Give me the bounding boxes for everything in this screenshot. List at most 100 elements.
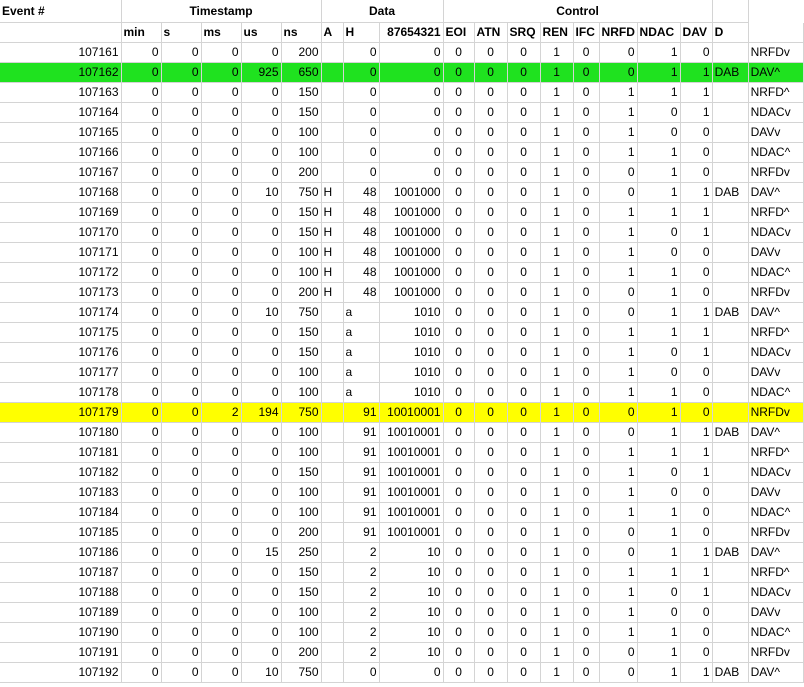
ifc-cell[interactable]: 0 xyxy=(573,222,600,243)
h-cell[interactable]: 2 xyxy=(343,602,380,623)
ren-cell[interactable]: 1 xyxy=(540,542,574,563)
atn-cell[interactable]: 0 xyxy=(474,262,508,283)
nrfd-cell[interactable]: 0 xyxy=(599,182,638,203)
eoi-cell[interactable]: 0 xyxy=(443,102,475,123)
ms-cell[interactable]: 0 xyxy=(201,382,242,403)
bits-cell[interactable]: 1010 xyxy=(379,362,444,383)
us-cell[interactable]: 0 xyxy=(241,82,282,103)
eoi-cell[interactable]: 0 xyxy=(443,82,475,103)
event-number-cell[interactable]: 107189 xyxy=(0,602,122,623)
eoi-cell[interactable]: 0 xyxy=(443,602,475,623)
atn-cell[interactable]: 0 xyxy=(474,542,508,563)
us-cell[interactable]: 0 xyxy=(241,322,282,343)
ren-cell[interactable]: 1 xyxy=(540,382,574,403)
h-cell[interactable]: 0 xyxy=(343,62,380,83)
ren-cell[interactable]: 1 xyxy=(540,522,574,543)
srq-cell[interactable]: 0 xyxy=(507,402,541,423)
atn-cell[interactable]: 0 xyxy=(474,562,508,583)
ndac-cell[interactable]: 1 xyxy=(637,322,681,343)
ifc-cell[interactable]: 0 xyxy=(573,282,600,303)
ns-cell[interactable]: 150 xyxy=(281,102,322,123)
srq-cell[interactable]: 0 xyxy=(507,242,541,263)
dav-cell[interactable]: 0 xyxy=(680,602,713,623)
ns-cell[interactable]: 100 xyxy=(281,362,322,383)
ms-cell[interactable]: 0 xyxy=(201,42,242,63)
dav-cell[interactable]: 1 xyxy=(680,322,713,343)
a-cell[interactable]: H xyxy=(321,182,344,203)
nrfd-cell[interactable]: 1 xyxy=(599,462,638,483)
desc-cell[interactable]: DAV^ xyxy=(748,302,804,323)
ms-cell[interactable]: 0 xyxy=(201,602,242,623)
srq-cell[interactable]: 0 xyxy=(507,602,541,623)
event-number-cell[interactable]: 107179 xyxy=(0,402,122,423)
ifc-cell[interactable]: 0 xyxy=(573,542,600,563)
a-cell[interactable] xyxy=(321,362,344,383)
ns-cell[interactable]: 150 xyxy=(281,342,322,363)
min-cell[interactable]: 0 xyxy=(121,142,162,163)
h-cell[interactable]: 0 xyxy=(343,42,380,63)
min-cell[interactable]: 0 xyxy=(121,542,162,563)
bits-cell[interactable]: 0 xyxy=(379,102,444,123)
min-cell[interactable]: 0 xyxy=(121,42,162,63)
dav-cell[interactable]: 1 xyxy=(680,462,713,483)
eoi-cell[interactable]: 0 xyxy=(443,502,475,523)
min-cell[interactable]: 0 xyxy=(121,462,162,483)
dav-cell[interactable]: 0 xyxy=(680,522,713,543)
s-cell[interactable]: 0 xyxy=(161,122,202,143)
srq-cell[interactable]: 0 xyxy=(507,302,541,323)
nrfd-cell[interactable]: 1 xyxy=(599,322,638,343)
ms-cell[interactable]: 0 xyxy=(201,322,242,343)
min-cell[interactable]: 0 xyxy=(121,642,162,663)
atn-cell[interactable]: 0 xyxy=(474,502,508,523)
header-ns[interactable]: ns xyxy=(281,22,322,43)
s-cell[interactable]: 0 xyxy=(161,362,202,383)
dav-cell[interactable]: 1 xyxy=(680,102,713,123)
event-number-cell[interactable]: 107192 xyxy=(0,662,122,683)
header-desc[interactable] xyxy=(748,22,804,43)
ifc-cell[interactable]: 0 xyxy=(573,442,600,463)
eoi-cell[interactable]: 0 xyxy=(443,122,475,143)
ndac-cell[interactable]: 1 xyxy=(637,402,681,423)
a-cell[interactable]: H xyxy=(321,202,344,223)
a-cell[interactable] xyxy=(321,462,344,483)
h-cell[interactable]: a xyxy=(343,342,380,363)
eoi-cell[interactable]: 0 xyxy=(443,302,475,323)
desc-cell[interactable]: NRFDv xyxy=(748,522,804,543)
srq-cell[interactable]: 0 xyxy=(507,382,541,403)
s-cell[interactable]: 0 xyxy=(161,542,202,563)
us-cell[interactable]: 0 xyxy=(241,242,282,263)
h-cell[interactable]: 48 xyxy=(343,182,380,203)
ndac-cell[interactable]: 1 xyxy=(637,542,681,563)
bits-cell[interactable]: 1001000 xyxy=(379,262,444,283)
dav-cell[interactable]: 0 xyxy=(680,642,713,663)
bits-cell[interactable]: 10010001 xyxy=(379,522,444,543)
min-cell[interactable]: 0 xyxy=(121,562,162,583)
ifc-cell[interactable]: 0 xyxy=(573,602,600,623)
ns-cell[interactable]: 100 xyxy=(281,502,322,523)
header-ms[interactable]: ms xyxy=(201,22,242,43)
d-cell[interactable]: DAB xyxy=(712,182,749,203)
eoi-cell[interactable]: 0 xyxy=(443,142,475,163)
dav-cell[interactable]: 0 xyxy=(680,122,713,143)
ndac-cell[interactable]: 1 xyxy=(637,62,681,83)
desc-cell[interactable]: NRFDv xyxy=(748,642,804,663)
h-cell[interactable]: 48 xyxy=(343,262,380,283)
eoi-cell[interactable]: 0 xyxy=(443,522,475,543)
srq-cell[interactable]: 0 xyxy=(507,162,541,183)
d-cell[interactable] xyxy=(712,322,749,343)
dav-cell[interactable]: 0 xyxy=(680,42,713,63)
event-number-cell[interactable]: 107168 xyxy=(0,182,122,203)
event-number-cell[interactable]: 107172 xyxy=(0,262,122,283)
ndac-cell[interactable]: 1 xyxy=(637,382,681,403)
srq-cell[interactable]: 0 xyxy=(507,642,541,663)
desc-cell[interactable]: NRFD^ xyxy=(748,442,804,463)
ns-cell[interactable]: 150 xyxy=(281,202,322,223)
h-cell[interactable]: 2 xyxy=(343,622,380,643)
nrfd-cell[interactable]: 1 xyxy=(599,622,638,643)
desc-cell[interactable]: NDAC^ xyxy=(748,622,804,643)
h-cell[interactable]: a xyxy=(343,302,380,323)
s-cell[interactable]: 0 xyxy=(161,442,202,463)
header-min[interactable]: min xyxy=(121,22,162,43)
ndac-cell[interactable]: 1 xyxy=(637,442,681,463)
event-number-cell[interactable]: 107164 xyxy=(0,102,122,123)
